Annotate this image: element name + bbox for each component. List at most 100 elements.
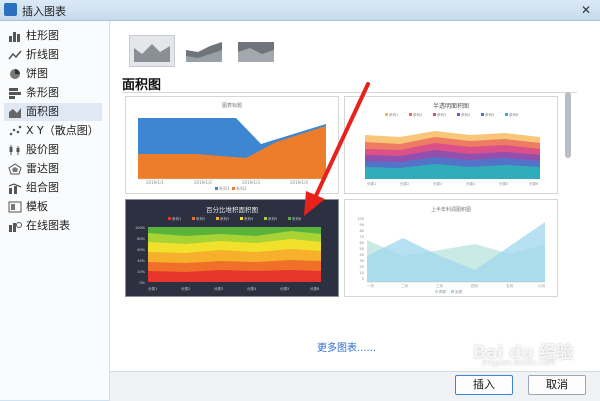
scrollbar-thumb[interactable]	[565, 92, 571, 158]
legend-label: 系列1	[219, 185, 230, 191]
tick-label: 分类2	[181, 286, 190, 291]
chart-preview: 半透明面积图 系列1 系列2 系列3 系列4 系列5 系列6 分类1 分类2 分…	[365, 102, 540, 186]
tick-label: 100	[357, 217, 364, 221]
legend-label: 系列6	[509, 112, 518, 117]
tick-label: 50	[360, 247, 364, 251]
area-subtype-basic[interactable]	[129, 35, 175, 67]
chart-preview: 上半年利润图积图 100 90 80 70 60 50 40 30 20 10 …	[357, 206, 545, 294]
sidebar-item-horizontal-bar[interactable]: 条形图	[4, 84, 102, 102]
card-title: 图表标题	[222, 102, 242, 109]
more-charts-link[interactable]: 更多图表......	[317, 339, 376, 354]
legend-label: 系列3	[437, 112, 446, 117]
card-title: 上半年利润图积图	[431, 206, 471, 213]
legend-label: 实绩	[455, 289, 463, 294]
chart-card-percent-stacked[interactable]: 百分比堆积面积图 系列1 系列2 系列3 系列4 系列5 系列6 100% 80…	[125, 199, 339, 297]
sidebar-item-label: 模板	[26, 200, 48, 213]
tick-label: 40	[360, 253, 364, 257]
sidebar-item-radar[interactable]: 雷达图	[4, 160, 102, 178]
sidebar-item-label: X Y（散点图）	[26, 124, 99, 137]
tick-label: 四月	[471, 283, 478, 288]
legend-label: 系列4	[244, 216, 254, 221]
tick-label: 60	[360, 241, 364, 245]
tick-label: 2019/1/1	[146, 180, 164, 185]
tick-label: 分类4	[247, 286, 257, 291]
legend-label: 系列1	[389, 112, 398, 117]
scatter-icon	[9, 125, 22, 136]
area-basic-icon	[134, 44, 170, 62]
tick-label: 80%	[137, 237, 145, 241]
line-chart-icon	[8, 50, 22, 60]
tick-label: 分类5	[499, 181, 508, 186]
legend-label: 系列4	[461, 112, 471, 117]
legend-label: 系列1	[172, 216, 181, 221]
sidebar-item-stock[interactable]: 股价图	[4, 141, 102, 159]
legend-label: 系列2	[413, 112, 422, 117]
sidebar-item-label: 柱形图	[26, 29, 59, 42]
sidebar-item-combo[interactable]: 组合图	[4, 179, 102, 197]
sidebar-item-bar[interactable]: 柱形图	[4, 27, 102, 45]
tick-label: 分类6	[310, 286, 319, 291]
tick-label: 2019/1/4	[290, 180, 308, 185]
tick-label: 分类3	[214, 286, 223, 291]
tick-label: 20	[360, 265, 364, 269]
sidebar-item-pie[interactable]: 饼图	[4, 65, 102, 83]
legend-label: 系列3	[220, 216, 229, 221]
area-stacked-icon	[186, 42, 222, 62]
sidebar-item-line[interactable]: 折线图	[4, 46, 102, 64]
tick-label: 90	[360, 223, 364, 227]
tick-label: 分类1	[367, 181, 376, 186]
tick-label: 100%	[135, 226, 146, 230]
cancel-button[interactable]: 取消	[528, 375, 586, 395]
dialog-footer	[110, 371, 600, 401]
chart-card-basic-area[interactable]: 图表标题 2019/1/1 2019/1/2 2019/1/3 2019/1/4…	[125, 96, 339, 194]
legend-swatch	[232, 187, 235, 190]
tick-label: 40%	[137, 259, 145, 263]
area-subtype-stacked[interactable]	[181, 35, 227, 67]
insert-button[interactable]: 插入	[455, 375, 513, 395]
tick-label: 分类5	[280, 286, 289, 291]
card-title: 百分比堆积面积图	[206, 205, 258, 214]
bar-chart-icon	[9, 32, 20, 42]
template-icon	[8, 201, 22, 213]
combo-chart-icon	[8, 183, 22, 194]
legend-label: 系列2	[196, 216, 205, 221]
area-percent-icon	[238, 42, 274, 62]
tick-label: 分类2	[400, 181, 409, 186]
tick-label: 二月	[401, 283, 408, 288]
sidebar-item-label: 饼图	[26, 67, 48, 80]
tick-label: 分类3	[433, 181, 442, 186]
chart-card-profit-area[interactable]: 上半年利润图积图 100 90 80 70 60 50 40 30 20 10 …	[344, 199, 558, 297]
title-bar: 插入图表 ✕	[0, 0, 600, 21]
chart-preview: 图表标题 2019/1/1 2019/1/2 2019/1/3 2019/1/4…	[138, 102, 326, 191]
close-icon[interactable]: ✕	[578, 3, 594, 17]
chart-type-sidebar: 柱形图 折线图 饼图 条形图 面积图 X Y（散点图） 股价图 雷达图 组合图 …	[0, 21, 110, 400]
area-chart-icon	[9, 108, 21, 118]
sidebar-item-area[interactable]: 面积图	[4, 103, 102, 121]
tick-label: 六月	[538, 283, 545, 288]
section-title: 面积图	[122, 78, 162, 93]
sidebar-item-scatter[interactable]: X Y（散点图）	[4, 122, 102, 140]
sidebar-item-label: 组合图	[26, 181, 59, 194]
tick-label: 10	[360, 271, 364, 275]
tick-label: 一月	[367, 283, 374, 288]
tick-label: 五月	[506, 283, 513, 288]
pie-chart-icon	[10, 69, 20, 79]
chart-card-translucent-area[interactable]: 半透明面积图 系列1 系列2 系列3 系列4 系列5 系列6 分类1 分类2 分…	[344, 96, 558, 194]
divider	[122, 92, 577, 93]
tick-label: 30	[360, 259, 364, 263]
tick-label: 2019/1/3	[242, 180, 260, 185]
online-chart-icon	[9, 222, 22, 232]
sidebar-item-template[interactable]: 模板	[4, 198, 102, 216]
chart-preview: 百分比堆积面积图 系列1 系列2 系列3 系列4 系列5 系列6 100% 80…	[126, 200, 338, 296]
area-subtype-percent[interactable]	[233, 35, 279, 67]
legend-label: 系列2	[236, 185, 247, 191]
series-area	[148, 270, 321, 282]
stock-chart-icon	[9, 145, 20, 155]
sidebar-item-online[interactable]: 在线图表	[4, 217, 102, 235]
horizontal-bar-icon	[9, 88, 21, 99]
sidebar-item-label: 折线图	[26, 48, 59, 61]
tick-label: 60%	[137, 248, 145, 252]
insert-chart-dialog: 插入图表 ✕ 柱形图 折线图 饼图 条形图 面积图 X Y（散点图） 股价图 雷…	[0, 0, 600, 401]
legend-label: 预算	[439, 289, 447, 294]
tick-label: 分类1	[148, 286, 157, 291]
